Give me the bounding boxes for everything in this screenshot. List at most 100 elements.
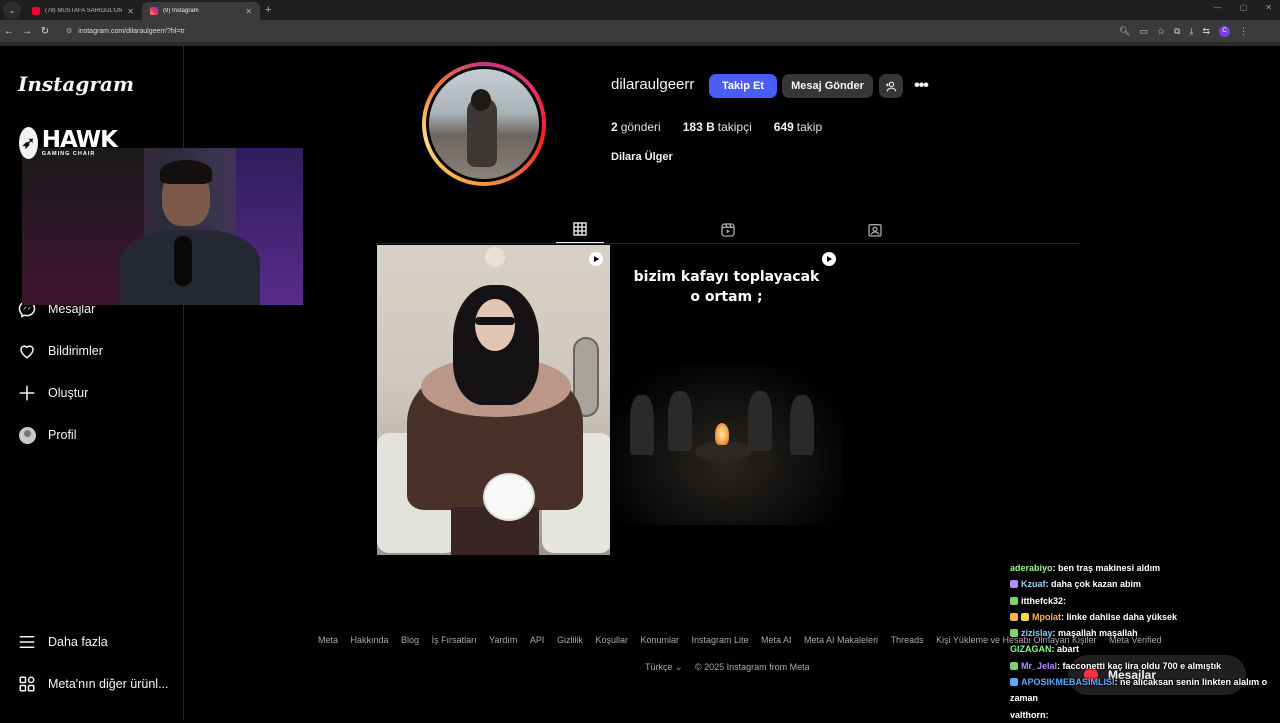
toolbar-divider bbox=[0, 42, 1280, 46]
post-thumbnail[interactable]: bizim kafayı toplayacak o ortam ; bbox=[610, 245, 843, 555]
reload-icon[interactable]: ↻ bbox=[36, 26, 54, 37]
microphone bbox=[174, 236, 192, 286]
profile-stats: 2 gönderi 183 Btakipçi 649 takip bbox=[611, 120, 822, 134]
tab-close-icon[interactable]: ✕ bbox=[245, 7, 252, 16]
chat-message: zizislay: maşallah maşallah bbox=[1010, 625, 1280, 641]
browser-profile-avatar[interactable]: C bbox=[1219, 25, 1230, 37]
footer-link[interactable]: Hakkında bbox=[351, 635, 389, 645]
window-controls: — ▢ ✕ bbox=[1214, 3, 1272, 12]
tab-title: (9) Instagram bbox=[163, 8, 199, 14]
sidebar-item-more[interactable]: Daha fazla bbox=[18, 633, 108, 651]
following-stat[interactable]: 649 takip bbox=[774, 120, 822, 134]
sidebar-item-notifications[interactable]: Bildirimler bbox=[18, 342, 103, 360]
avatar-icon bbox=[18, 426, 36, 444]
toolbar-actions: 🔍︎ ▭ ☆ ⧉ ⤓ ⇆ C ⋮ bbox=[1119, 25, 1248, 37]
sidebar-item-create[interactable]: Oluştur bbox=[18, 384, 88, 402]
chat-message: GIZAGAN: abart bbox=[1010, 644, 1080, 655]
sidebar-item-label: Meta'nın diğer ürünl... bbox=[48, 677, 169, 691]
chat-message: Mpolat: linke dahilse daha yüksek bbox=[1010, 609, 1280, 625]
footer-link[interactable]: Threads bbox=[891, 635, 924, 645]
browser-tab-strip: ⌄ (78) MUSTAFA SARIGÜL'ÜN EV ✕ (9) Insta… bbox=[0, 0, 1280, 20]
more-options-icon[interactable]: ••• bbox=[910, 74, 932, 98]
url-text: instagram.com/dilaraulgeerr/?hl=tr bbox=[78, 27, 185, 35]
reels-icon bbox=[721, 222, 735, 237]
reel-play-icon bbox=[589, 252, 603, 266]
footer-link[interactable]: API bbox=[530, 635, 545, 645]
browser-tab-instagram[interactable]: (9) Instagram ✕ bbox=[142, 2, 260, 20]
sponsor-title: HAWK bbox=[41, 126, 118, 153]
forward-icon[interactable]: → bbox=[18, 26, 36, 37]
chat-message: Kzuaf: daha çok kazan abim bbox=[1010, 576, 1280, 592]
footer-link[interactable]: Yardım bbox=[489, 635, 517, 645]
follow-button[interactable]: Takip Et bbox=[709, 74, 777, 98]
tab-close-icon[interactable]: ✕ bbox=[127, 7, 134, 16]
tab-posts[interactable] bbox=[556, 216, 604, 243]
footer-link[interactable]: Meta AI Makaleleri bbox=[804, 635, 878, 645]
minimize-icon[interactable]: — bbox=[1214, 3, 1222, 12]
add-person-icon bbox=[885, 81, 896, 92]
profile-username: dilaraulgeerr bbox=[611, 76, 695, 93]
footer-link[interactable]: Meta AI bbox=[761, 635, 792, 645]
footer-link[interactable]: Koşullar bbox=[595, 635, 628, 645]
chat-message: itthefck32: bbox=[1010, 593, 1280, 609]
instagram-logo[interactable]: Instagram bbox=[18, 72, 134, 96]
download-icon[interactable]: ⤓ bbox=[1189, 26, 1193, 37]
bookmark-star-icon[interactable]: ☆ bbox=[1157, 26, 1165, 37]
extensions-icon[interactable]: ⧉ bbox=[1174, 26, 1180, 37]
site-info-icon[interactable]: ⚙ bbox=[66, 27, 72, 35]
address-bar[interactable]: ⚙ instagram.com/dilaraulgeerr/?hl=tr bbox=[60, 23, 1105, 39]
footer-link[interactable]: Blog bbox=[401, 635, 419, 645]
browser-menu-icon[interactable]: ⋮ bbox=[1239, 26, 1248, 37]
campfire bbox=[715, 423, 729, 445]
footer-link[interactable]: Gizlilik bbox=[557, 635, 583, 645]
streamer-hair bbox=[160, 160, 212, 184]
footer-link[interactable]: İş Fırsatları bbox=[432, 635, 477, 645]
send-message-button[interactable]: Mesaj Gönder bbox=[782, 74, 873, 98]
stream-chat: aderabiyo: ben traş makinesi aldım Kzuaf… bbox=[1010, 560, 1280, 723]
sidebar-item-meta-products[interactable]: Meta'nın diğer ürünl... bbox=[18, 675, 169, 693]
posts-stat: 2 gönderi bbox=[611, 120, 661, 134]
browser-toolbar: ← → ↻ ⚙ instagram.com/dilaraulgeerr/?hl=… bbox=[0, 20, 1280, 42]
footer-link[interactable]: Instagram Lite bbox=[691, 635, 748, 645]
reel-play-icon bbox=[822, 252, 836, 266]
sidebar-item-profile[interactable]: Profil bbox=[18, 426, 76, 444]
grid-icon bbox=[573, 222, 587, 236]
sidebar-item-label: Bildirimler bbox=[48, 344, 103, 358]
sidebar-item-label: Profil bbox=[48, 428, 77, 442]
browser-tab-youtube[interactable]: (78) MUSTAFA SARIGÜL'ÜN EV ✕ bbox=[24, 2, 142, 20]
chat-message: aderabiyo: ben traş makinesi aldım bbox=[1010, 563, 1161, 573]
apps-grid-icon bbox=[18, 675, 36, 693]
plus-icon bbox=[18, 384, 36, 402]
sponsor-subtitle: GAMING CHAIR bbox=[41, 150, 96, 157]
cast-icon[interactable]: ▭ bbox=[1139, 26, 1148, 37]
tab-tagged[interactable] bbox=[851, 216, 899, 243]
tab-search-button[interactable]: ⌄ bbox=[3, 1, 21, 19]
tab-reels[interactable] bbox=[704, 216, 752, 243]
profile-picture[interactable] bbox=[422, 62, 546, 186]
footer-copyright: © 2025 Instagram from Meta bbox=[695, 662, 810, 672]
reel-caption: bizim kafayı toplayacak o ortam ; bbox=[633, 269, 820, 305]
footer-link[interactable]: Meta bbox=[318, 635, 338, 645]
tabs-divider bbox=[376, 243, 1079, 244]
chat-message: APOSIKMEBASIMLISI: ne alicaksan senin li… bbox=[1010, 677, 1268, 704]
tab-group-icon[interactable]: ⇆ bbox=[1202, 26, 1210, 37]
restore-icon[interactable]: ▢ bbox=[1240, 3, 1248, 12]
new-tab-button[interactable]: + bbox=[265, 4, 271, 16]
language-selector[interactable]: Türkçe ⌄ bbox=[645, 662, 683, 673]
profile-full-name: Dilara Ülger bbox=[611, 151, 673, 163]
suggested-users-button[interactable] bbox=[879, 74, 903, 98]
chat-message: Mr_Jelal: facconetti kaç lira oldu 700 e… bbox=[1010, 658, 1280, 674]
followers-stat[interactable]: 183 Btakipçi bbox=[683, 120, 752, 134]
chat-message: valthorn: bbox=[1010, 709, 1049, 720]
webcam-overlay bbox=[22, 148, 303, 305]
zoom-icon[interactable]: 🔍︎ bbox=[1119, 26, 1130, 37]
chevron-down-icon: ⌄ bbox=[675, 662, 683, 672]
back-icon[interactable]: ← bbox=[0, 26, 18, 37]
sidebar-item-label: Oluştur bbox=[48, 386, 89, 400]
heart-icon bbox=[18, 342, 36, 360]
profile-photo-head bbox=[471, 89, 491, 111]
post-thumbnail[interactable] bbox=[377, 245, 610, 555]
close-window-icon[interactable]: ✕ bbox=[1265, 3, 1272, 12]
footer-link[interactable]: Konumlar bbox=[640, 635, 679, 645]
sponsor-logo: ➶ HAWK GAMING CHAIR bbox=[19, 125, 118, 161]
